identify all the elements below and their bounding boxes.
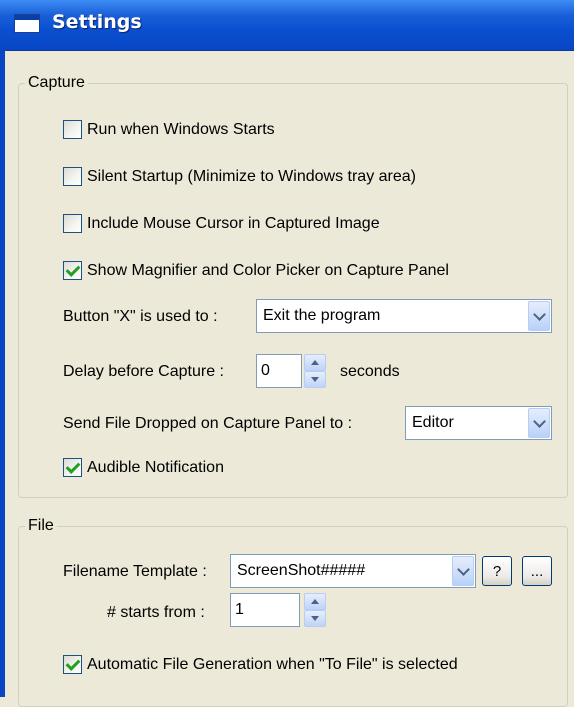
capture-legend: Capture — [28, 74, 85, 91]
help-button[interactable]: ? — [482, 556, 512, 586]
send-file-label: Send File Dropped on Capture Panel to : — [63, 415, 353, 432]
audible-label: Audible Notification — [87, 458, 224, 476]
run-on-startup-option[interactable]: Run when Windows Starts — [63, 120, 275, 139]
button-x-dropdown[interactable]: Exit the program — [256, 299, 552, 333]
file-legend: File — [28, 517, 54, 534]
starts-from-stepper[interactable] — [304, 593, 326, 627]
button-x-label: Button "X" is used to : — [63, 308, 218, 325]
spin-down-icon[interactable] — [304, 610, 326, 627]
run-on-startup-checkbox[interactable] — [63, 120, 82, 139]
chevron-down-icon[interactable] — [528, 301, 550, 331]
starts-from-input[interactable]: 1 — [230, 593, 300, 627]
auto-generation-option[interactable]: Automatic File Generation when "To File"… — [63, 655, 458, 674]
include-cursor-checkbox[interactable] — [63, 214, 82, 233]
audible-option[interactable]: Audible Notification — [63, 458, 224, 477]
silent-startup-option[interactable]: Silent Startup (Minimize to Windows tray… — [63, 167, 416, 186]
template-label: Filename Template : — [63, 563, 207, 580]
spin-up-icon[interactable] — [304, 354, 326, 371]
browse-button[interactable]: ... — [522, 556, 552, 586]
delay-label: Delay before Capture : — [63, 363, 224, 380]
chevron-down-icon[interactable] — [528, 408, 550, 438]
starts-from-label: # starts from : — [107, 604, 205, 621]
button-x-value: Exit the program — [263, 307, 381, 324]
window-title: Settings — [52, 11, 142, 33]
show-magnifier-checkbox[interactable] — [63, 261, 82, 280]
run-on-startup-label: Run when Windows Starts — [87, 120, 275, 138]
include-cursor-label: Include Mouse Cursor in Captured Image — [87, 214, 380, 232]
spin-up-icon[interactable] — [304, 593, 326, 610]
delay-input[interactable]: 0 — [256, 354, 302, 388]
show-magnifier-option[interactable]: Show Magnifier and Color Picker on Captu… — [63, 261, 449, 280]
send-file-value: Editor — [412, 414, 454, 431]
auto-generation-checkbox[interactable] — [63, 655, 82, 674]
starts-from-value: 1 — [235, 601, 244, 618]
include-cursor-option[interactable]: Include Mouse Cursor in Captured Image — [63, 214, 380, 233]
delay-value: 0 — [261, 362, 270, 379]
silent-startup-label: Silent Startup (Minimize to Windows tray… — [87, 167, 416, 185]
auto-generation-label: Automatic File Generation when "To File"… — [87, 655, 458, 673]
window-frame-left — [0, 50, 5, 697]
audible-checkbox[interactable] — [63, 458, 82, 477]
send-file-dropdown[interactable]: Editor — [405, 406, 552, 440]
delay-stepper[interactable] — [304, 354, 326, 388]
title-bar[interactable]: Settings — [0, 0, 574, 51]
window-icon — [14, 14, 40, 33]
spin-down-icon[interactable] — [304, 371, 326, 388]
template-combo[interactable]: ScreenShot##### — [230, 554, 476, 588]
show-magnifier-label: Show Magnifier and Color Picker on Captu… — [87, 261, 449, 279]
silent-startup-checkbox[interactable] — [63, 167, 82, 186]
chevron-down-icon[interactable] — [452, 556, 474, 586]
delay-unit: seconds — [340, 363, 400, 380]
template-value: ScreenShot##### — [237, 562, 366, 579]
